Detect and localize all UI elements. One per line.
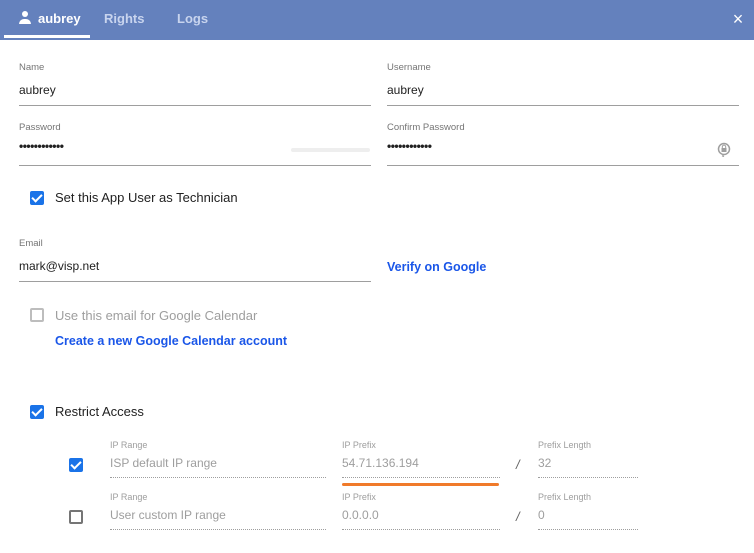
name-label: Name [19, 62, 45, 73]
prefix-separator: / [516, 457, 520, 472]
ip-range-underline [110, 529, 326, 530]
close-icon[interactable]: × [730, 10, 746, 28]
prefix-length-input[interactable]: 32 [538, 456, 551, 470]
prefix-length-field[interactable]: Prefix Length 32 [538, 440, 638, 480]
username-input[interactable]: aubrey [387, 83, 424, 97]
email-label: Email [19, 238, 43, 249]
confirm-password-field[interactable]: Confirm Password •••••••••••• [387, 122, 739, 166]
password-field[interactable]: Password •••••••••••• [19, 122, 371, 166]
ip-prefix-input[interactable]: 0.0.0.0 [342, 508, 379, 522]
name-field[interactable]: Name aubrey [19, 62, 371, 106]
ip-range-label: IP Range [110, 492, 148, 502]
dialog-header: aubrey Rights Logs × [0, 0, 754, 40]
ip-range-value: User custom IP range [110, 508, 226, 522]
ip-range-field: IP Range User custom IP range [110, 492, 326, 532]
prefix-length-underline [538, 477, 638, 478]
tab-user[interactable]: aubrey [18, 0, 81, 40]
ip-range-value: ISP default IP range [110, 456, 217, 470]
username-underline [387, 105, 739, 106]
confirm-password-label: Confirm Password [387, 122, 465, 133]
password-label: Password [19, 122, 61, 133]
ip-prefix-input[interactable]: 54.71.136.194 [342, 456, 419, 470]
username-label: Username [387, 62, 431, 73]
ip-range-checkbox[interactable] [69, 458, 83, 472]
ip-prefix-label: IP Prefix [342, 492, 376, 502]
ip-prefix-label: IP Prefix [342, 440, 376, 450]
username-field[interactable]: Username aubrey [387, 62, 739, 106]
prefix-separator: / [516, 509, 520, 524]
password-strength-meter [291, 148, 370, 152]
password-generate-icon[interactable] [717, 142, 731, 157]
prefix-length-label: Prefix Length [538, 440, 592, 450]
technician-checkbox[interactable] [30, 191, 44, 205]
confirm-password-input[interactable]: •••••••••••• [387, 139, 432, 153]
password-underline [19, 165, 371, 166]
name-underline [19, 105, 371, 106]
verify-google-link[interactable]: Verify on Google [387, 260, 486, 274]
restrict-access-checkbox[interactable] [30, 405, 44, 419]
prefix-length-input[interactable]: 0 [538, 508, 545, 522]
prefix-length-field[interactable]: Prefix Length 0 [538, 492, 638, 532]
ip-prefix-field[interactable]: IP Prefix 0.0.0.0 [342, 492, 500, 532]
google-calendar-label: Use this email for Google Calendar [55, 308, 258, 323]
tab-rights[interactable]: Rights [104, 0, 144, 40]
ip-range-checkbox[interactable] [69, 510, 83, 524]
ip-range-underline [110, 477, 326, 478]
restrict-access-label[interactable]: Restrict Access [55, 404, 144, 419]
ip-prefix-focus-bar [342, 483, 499, 486]
user-icon [18, 11, 32, 25]
ip-prefix-underline [342, 477, 500, 478]
confirm-password-underline [387, 165, 739, 166]
email-underline [19, 281, 371, 282]
google-calendar-checkbox[interactable] [30, 308, 44, 322]
password-input[interactable]: •••••••••••• [19, 139, 64, 153]
tab-user-label: aubrey [38, 11, 81, 26]
active-tab-indicator [4, 35, 90, 38]
prefix-length-underline [538, 529, 638, 530]
prefix-length-label: Prefix Length [538, 492, 592, 502]
email-field[interactable]: Email mark@visp.net [19, 238, 371, 282]
create-calendar-link[interactable]: Create a new Google Calendar account [55, 334, 287, 348]
email-input[interactable]: mark@visp.net [19, 259, 99, 273]
ip-range-field: IP Range ISP default IP range [110, 440, 326, 480]
ip-range-label: IP Range [110, 440, 148, 450]
ip-prefix-underline [342, 529, 500, 530]
name-input[interactable]: aubrey [19, 83, 56, 97]
tab-logs[interactable]: Logs [177, 0, 208, 40]
ip-prefix-field[interactable]: IP Prefix 54.71.136.194 [342, 440, 500, 480]
technician-label[interactable]: Set this App User as Technician [55, 190, 238, 205]
